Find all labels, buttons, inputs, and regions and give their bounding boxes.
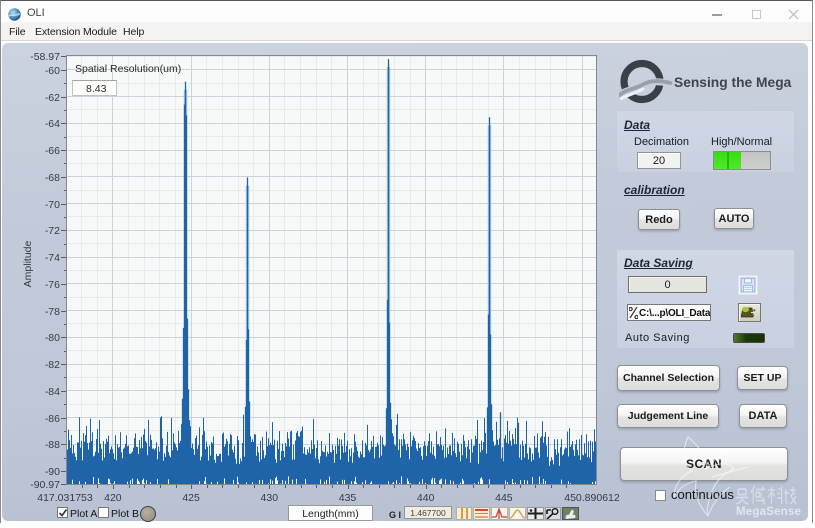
svg-text:MegaSense: MegaSense — [736, 506, 801, 518]
